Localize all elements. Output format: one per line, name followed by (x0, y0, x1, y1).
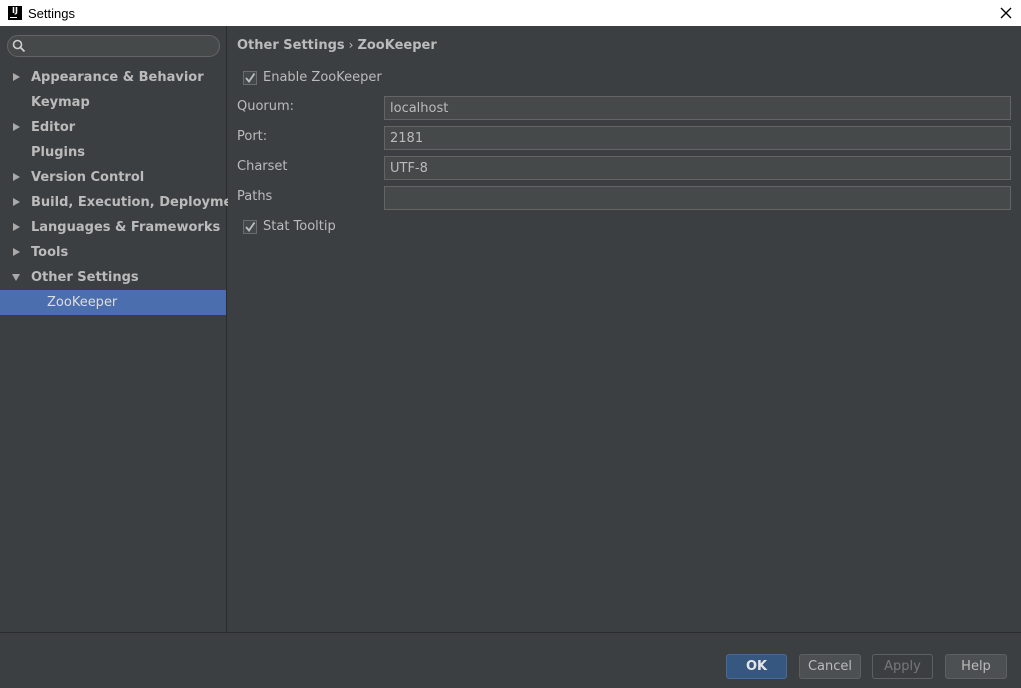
search-box[interactable] (7, 35, 220, 57)
tree-item-editor[interactable]: Editor (0, 115, 226, 140)
expand-arrow-icon[interactable] (13, 123, 20, 131)
charset-input[interactable] (384, 156, 1011, 180)
dialog-footer: OK Cancel Apply Help (0, 632, 1021, 688)
quorum-label: Quorum: (237, 99, 295, 114)
tree-item-label: ZooKeeper (47, 295, 118, 310)
paths-input[interactable] (384, 186, 1011, 210)
tree-item-languages-frameworks[interactable]: Languages & Frameworks (0, 215, 226, 240)
tree-item-label: Tools (31, 245, 69, 260)
tree-item-plugins[interactable]: Plugins (0, 140, 226, 165)
search-input[interactable] (30, 37, 216, 55)
intellij-logo-icon: IJ (8, 6, 22, 20)
close-icon (1000, 7, 1012, 19)
tree-item-appearance-behavior[interactable]: Appearance & Behavior (0, 65, 226, 90)
tree-item-tools[interactable]: Tools (0, 240, 226, 265)
tree-item-label: Appearance & Behavior (31, 70, 204, 85)
port-label: Port: (237, 129, 268, 144)
settings-content: Other Settings › ZooKeeper Enable ZooKeepe… (228, 26, 1021, 632)
settings-tree: Appearance & Behavior Keymap Editor Plug… (0, 65, 248, 315)
tree-item-keymap[interactable]: Keymap (0, 90, 226, 115)
tree-item-label: Plugins (31, 145, 85, 160)
window-title: Settings (28, 5, 75, 21)
title-bar: IJ Settings (0, 0, 1021, 26)
close-button[interactable] (991, 0, 1021, 26)
settings-sidebar: Appearance & Behavior Keymap Editor Plug… (0, 26, 248, 632)
enable-zookeeper-checkbox[interactable]: Enable ZooKeeper (243, 70, 382, 85)
paths-label: Paths (237, 189, 273, 204)
tree-item-label: Version Control (31, 170, 145, 185)
expand-arrow-icon[interactable] (13, 248, 20, 256)
checkbox-label: Enable ZooKeeper (263, 70, 382, 85)
stat-tooltip-checkbox[interactable]: Stat Tooltip (243, 219, 336, 234)
tree-item-version-control[interactable]: Version Control (0, 165, 226, 190)
breadcrumb: Other Settings › ZooKeeper (237, 38, 437, 53)
expand-arrow-icon[interactable] (13, 198, 20, 206)
collapse-arrow-icon[interactable] (12, 274, 20, 281)
breadcrumb-current: ZooKeeper (357, 38, 437, 53)
checkbox-box[interactable] (243, 70, 257, 85)
quorum-input[interactable] (384, 96, 1011, 120)
tree-item-label: Editor (31, 120, 76, 135)
checkmark-icon (245, 72, 256, 83)
tree-item-zookeeper[interactable]: ZooKeeper (0, 290, 226, 315)
apply-button[interactable]: Apply (872, 654, 933, 679)
tree-item-label: Other Settings (31, 270, 139, 285)
help-button[interactable]: Help (945, 654, 1007, 679)
checkbox-box[interactable] (243, 219, 257, 234)
expand-arrow-icon[interactable] (13, 173, 20, 181)
tree-item-other-settings[interactable]: Other Settings (0, 265, 226, 290)
expand-arrow-icon[interactable] (13, 73, 20, 81)
cancel-button[interactable]: Cancel (799, 654, 861, 679)
breadcrumb-parent: Other Settings (237, 38, 345, 53)
checkbox-label: Stat Tooltip (263, 219, 336, 234)
checkmark-icon (245, 221, 256, 232)
expand-arrow-icon[interactable] (13, 223, 20, 231)
search-icon (12, 39, 26, 53)
tree-item-label: Languages & Frameworks (31, 220, 221, 235)
tree-item-label: Keymap (31, 95, 90, 110)
tree-item-label: Build, Execution, Deployment (31, 195, 248, 210)
tree-item-build-execution-deployment[interactable]: Build, Execution, Deployment (0, 190, 248, 215)
breadcrumb-separator: › (348, 38, 354, 52)
port-input[interactable] (384, 126, 1011, 150)
ok-button[interactable]: OK (726, 654, 787, 679)
charset-label: Charset (237, 159, 288, 174)
